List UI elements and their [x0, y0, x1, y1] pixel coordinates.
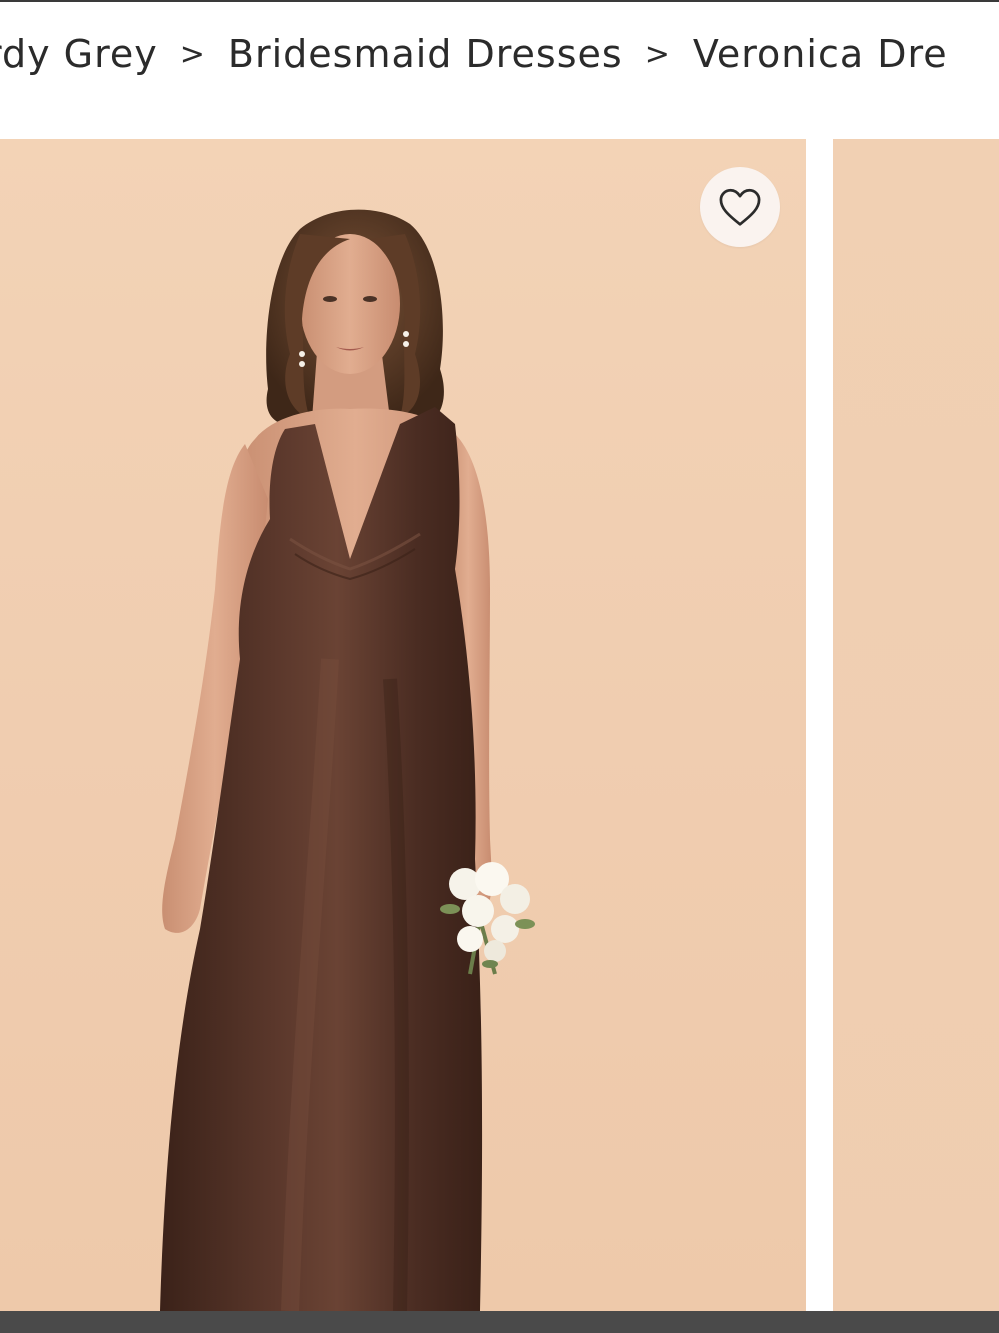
breadcrumb-item-category[interactable]: Bridesmaid Dresses [228, 32, 623, 76]
favorite-button[interactable] [700, 167, 780, 247]
heart-outline-icon [719, 188, 761, 226]
breadcrumb-item-product[interactable]: Veronica Dre [693, 32, 948, 76]
top-divider [0, 0, 999, 2]
product-page: rdy Grey > Bridesmaid Dresses > Veronica Dre [0, 0, 999, 1333]
breadcrumb-separator: > [179, 37, 206, 72]
product-image-gallery[interactable] [0, 139, 999, 1311]
model-photo [160, 209, 535, 1311]
breadcrumb-separator: > [644, 37, 671, 72]
breadcrumb: rdy Grey > Bridesmaid Dresses > Veronica Dre [0, 28, 948, 81]
product-image-next-preview[interactable] [833, 139, 999, 1311]
bottom-bar [0, 1311, 999, 1333]
product-image-main[interactable] [0, 139, 806, 1311]
breadcrumb-item-brand[interactable]: rdy Grey [0, 32, 158, 76]
